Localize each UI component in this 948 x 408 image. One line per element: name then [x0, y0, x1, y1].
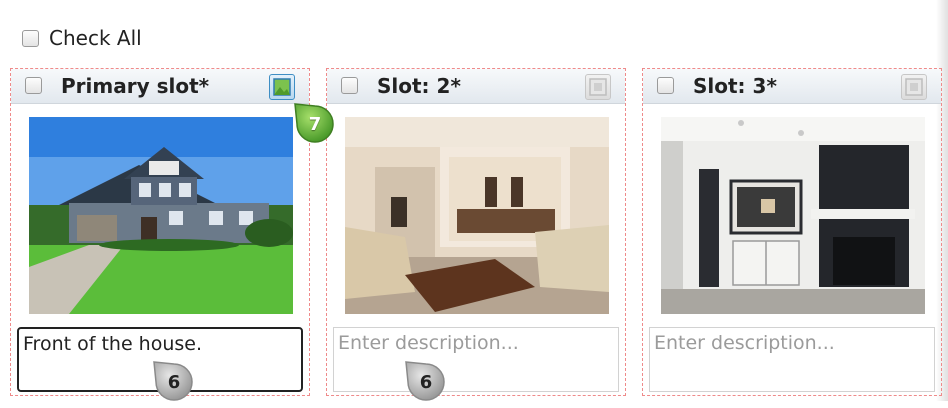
- callout-badge-gray: 6: [404, 360, 448, 404]
- slot-title: Primary slot*: [61, 74, 210, 98]
- slot-title: Slot: 3*: [693, 74, 777, 98]
- slot-header: Slot: 2*: [327, 69, 625, 104]
- set-primary-image-icon[interactable]: [901, 74, 927, 100]
- primary-image-icon[interactable]: [269, 74, 295, 100]
- description-input[interactable]: [649, 327, 935, 392]
- slot-header: Slot: 3*: [643, 69, 941, 104]
- slot-header: Primary slot*: [11, 69, 309, 104]
- description-input[interactable]: [333, 327, 619, 392]
- slot-checkbox[interactable]: [25, 77, 42, 94]
- slot-checkbox[interactable]: [341, 77, 358, 94]
- check-all-checkbox[interactable]: [22, 29, 39, 47]
- photo-slot-3: Slot: 3*: [642, 68, 942, 396]
- callout-badge-gray: 6: [152, 360, 196, 404]
- photo-slot-primary: Primary slot* Front of the house.: [10, 68, 310, 396]
- check-all-control[interactable]: Check All: [22, 26, 142, 50]
- callout-number: 7: [308, 113, 322, 135]
- callout-number: 6: [167, 371, 181, 393]
- slot-title: Slot: 2*: [377, 74, 461, 98]
- callout-number: 6: [419, 371, 433, 393]
- slot-checkbox[interactable]: [657, 77, 674, 94]
- photo-slot-2: Slot: 2*: [326, 68, 626, 396]
- fireplace-room-photo: [661, 117, 925, 314]
- check-all-label: Check All: [49, 26, 142, 50]
- callout-badge-green: 7: [293, 102, 337, 146]
- set-primary-image-icon[interactable]: [585, 74, 611, 100]
- living-room-photo: [345, 117, 609, 314]
- house-front-photo: [29, 117, 293, 314]
